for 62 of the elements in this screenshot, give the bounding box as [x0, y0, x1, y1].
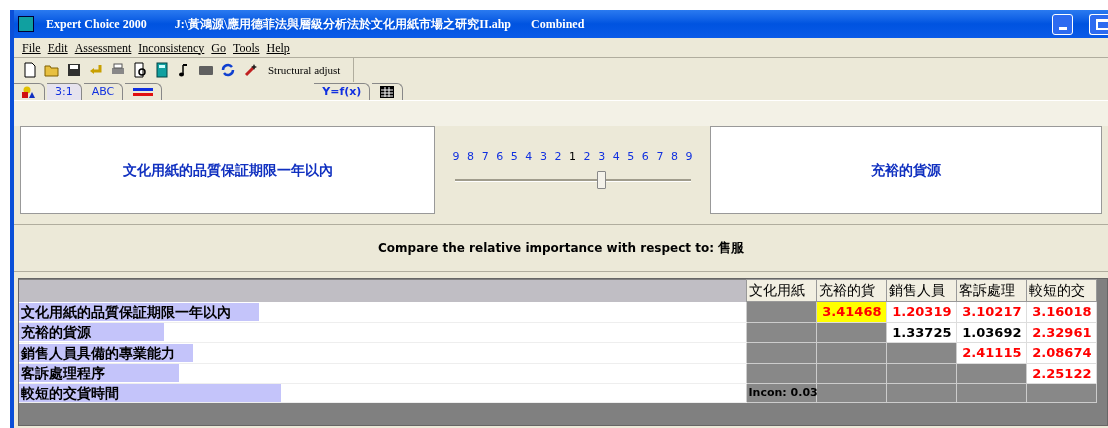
row-label[interactable]: 充裕的貨源 — [19, 324, 91, 341]
row-label[interactable]: 較短的交貨時間 — [19, 385, 119, 401]
minimize-button[interactable] — [1052, 13, 1073, 35]
grid-icon — [380, 86, 395, 98]
column-header: 充裕的貨 — [816, 279, 886, 302]
scale-number: 6 — [496, 148, 504, 165]
scale-number: 4 — [525, 148, 533, 165]
refresh-icon[interactable] — [220, 62, 236, 78]
column-header: 文化用紙 — [746, 279, 816, 302]
menu-item[interactable]: Assessment — [74, 38, 132, 57]
magic-wand-icon[interactable] — [242, 62, 258, 78]
file-path: J:\黃鴻源\應用德菲法與層級分析法於文化用紙市場之研究II.ahp — [174, 16, 511, 33]
column-header: 銷售人員 — [886, 279, 956, 302]
tab[interactable] — [14, 83, 45, 100]
scale-number: 9 — [685, 148, 693, 165]
scale-number: 2 — [554, 148, 562, 165]
calculator-icon[interactable] — [154, 62, 170, 78]
column-header: 客訴處理 — [956, 279, 1026, 302]
scale-number: 2 — [583, 148, 591, 165]
print-preview-icon[interactable] — [132, 62, 148, 78]
menu-item[interactable]: Go — [211, 38, 226, 57]
app-icon — [18, 16, 34, 32]
menu-item[interactable]: Tools — [233, 38, 260, 57]
scale-number: 5 — [510, 148, 518, 165]
scale-number: 4 — [612, 148, 620, 165]
scale-number: 3 — [539, 148, 547, 165]
slider-track[interactable] — [454, 169, 691, 192]
app-title: Expert Choice 2000 — [46, 16, 147, 33]
scale-number: 7 — [656, 148, 664, 165]
scale-number: 6 — [641, 148, 649, 165]
tab[interactable]: Y=f(x) — [314, 83, 371, 100]
tab[interactable] — [372, 83, 404, 100]
maximize-button[interactable] — [1089, 13, 1108, 35]
shapes-icon — [22, 85, 36, 99]
comparison-prompt: Compare the relative importance with respect to: — [378, 240, 714, 257]
tab[interactable]: 3:1 — [47, 83, 82, 100]
menu-item[interactable]: Help — [266, 38, 290, 57]
view-mode: Combined — [531, 16, 585, 33]
save-icon[interactable] — [66, 62, 82, 78]
menu-item[interactable]: Edit — [47, 38, 68, 57]
element-label: 充裕的貨源 — [871, 160, 941, 180]
row-label[interactable]: 銷售人員具備的專業能力 — [19, 344, 175, 361]
goal-name: 售服 — [717, 239, 744, 258]
scale-number: 7 — [481, 148, 489, 165]
tab[interactable] — [125, 83, 163, 100]
element-label: 文化用紙的品質保証期限一年以內 — [122, 160, 333, 180]
structural-adjust-button[interactable]: Structural adjust — [268, 61, 341, 79]
menu-item[interactable]: Inconsistency — [138, 38, 205, 57]
scale-number: 3 — [598, 148, 606, 165]
bars-icon — [133, 88, 154, 96]
new-file-icon[interactable] — [22, 62, 38, 78]
tab[interactable]: ABC — [83, 83, 124, 100]
scale-number: 5 — [627, 148, 635, 165]
folder-icon[interactable] — [44, 62, 60, 78]
scale-number: 8 — [670, 148, 678, 165]
row-label[interactable]: 客訴處理程序 — [19, 365, 105, 382]
scale-number: 1 — [569, 148, 576, 165]
column-header: 較短的交 — [1026, 279, 1096, 302]
menu-item[interactable]: File — [22, 38, 41, 57]
scale-number: 9 — [452, 148, 460, 165]
scale-number: 8 — [467, 148, 475, 165]
slider-thumb[interactable] — [596, 171, 606, 190]
